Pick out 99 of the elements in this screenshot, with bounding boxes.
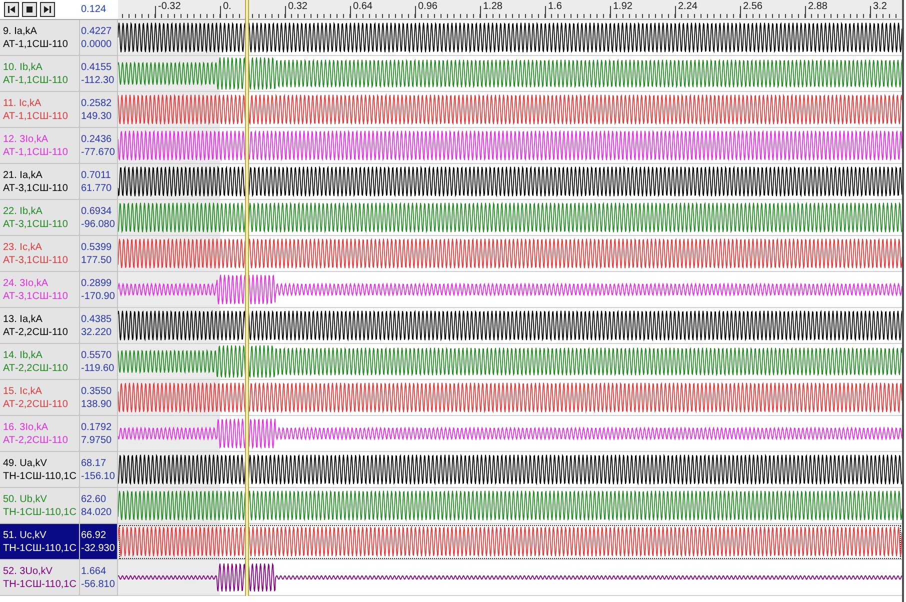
skip-back-icon	[7, 5, 16, 14]
axis-label: 3.2	[873, 1, 887, 13]
cursor-time: 0.124	[80, 4, 106, 16]
label-cell[interactable]: 21. Ia,kA АТ-3,1СШ-110	[0, 164, 80, 200]
axis-label: 0.	[223, 1, 232, 13]
stop-icon	[25, 5, 34, 14]
channel-reading: 0.7011	[81, 168, 112, 182]
channel-reading: 0.2582	[81, 96, 113, 110]
channel-reading: 0.2899	[81, 276, 113, 290]
label-cell[interactable]: 13. Ia,kA АТ-2,2СШ-110	[0, 308, 80, 344]
channel-reading: 0.6934	[81, 204, 113, 218]
channel-name: 13. Ia,kA	[3, 312, 44, 326]
channel-name: 23. Ic,kA	[3, 240, 43, 254]
channel-reading: 0.5399	[81, 240, 113, 254]
channel-reading: -170.90	[81, 290, 116, 302]
axis-label: -0.32	[158, 1, 181, 13]
axis-label: 1.92	[613, 1, 632, 13]
channel-source: АТ-3,1СШ-110	[3, 218, 69, 230]
label-cell[interactable]: 24. 3Io,kA АТ-3,1СШ-110	[0, 272, 80, 308]
label-cell[interactable]: 14. Ib,kA АТ-2,2СШ-110	[0, 344, 80, 380]
axis-label: 2.24	[678, 1, 698, 13]
channel-source: АТ-1,1СШ-110	[3, 74, 69, 86]
next-button[interactable]	[40, 2, 55, 17]
channel-source: АТ-3,1СШ-110	[3, 254, 69, 266]
skip-forward-icon	[43, 5, 52, 14]
channel-name: 24. 3Io,kA	[3, 276, 50, 290]
channel-name: 9. Ia,kA	[3, 24, 38, 38]
previous-button[interactable]	[4, 2, 19, 17]
axis-label: 2.56	[743, 1, 762, 13]
channel-source: АТ-3,1СШ-110	[3, 182, 69, 194]
channel-name: 21. Ia,kA	[3, 168, 44, 182]
axis-label: 0.64	[353, 1, 372, 13]
channel-source: АТ-1,1СШ-110	[3, 110, 69, 122]
channel-reading: -77.670	[81, 146, 116, 158]
channel-source: АТ-2,2СШ-110	[3, 398, 69, 410]
channel-reading: 68.17	[81, 456, 108, 470]
channel-reading: -56.810	[81, 578, 116, 590]
channel-reading: -96.080	[81, 218, 116, 230]
channel-name: 10. Ib,kA	[3, 60, 44, 74]
label-cell[interactable]: 50. Ub,kV ТН-1СШ-110,1С	[0, 488, 80, 524]
channel-source: АТ-2,2СШ-110	[3, 326, 69, 338]
axis-label: 0.32	[288, 1, 308, 13]
channel-reading: 149.30	[81, 110, 113, 122]
channel-source: АТ-1,1СШ-110	[3, 146, 69, 158]
channel-name: 16. 3Io,kA	[3, 420, 50, 434]
channel-reading: 84.020	[81, 506, 113, 518]
channel-reading: 1.664	[81, 564, 108, 578]
label-cell[interactable]: 22. Ib,kA АТ-3,1СШ-110	[0, 200, 80, 236]
channel-reading: 177.50	[81, 254, 113, 266]
channel-name: 14. Ib,kA	[3, 348, 44, 362]
channel-reading: 0.4227	[81, 24, 113, 38]
channel-name: 15. Ic,kA	[3, 384, 43, 398]
channel-reading: 32.220	[81, 326, 113, 338]
channel-reading: 66.92	[81, 528, 108, 542]
channel-name: 52. 3Uo,kV	[3, 564, 54, 578]
channel-reading: -156.10	[81, 470, 116, 482]
stop-button[interactable]	[22, 2, 37, 17]
channel-reading: -112.30	[81, 74, 116, 86]
label-cell[interactable]: 11. Ic,kA АТ-1,1СШ-110	[0, 92, 80, 128]
channel-name: 22. Ib,kA	[3, 204, 44, 218]
axis-label: 1.28	[483, 1, 502, 13]
channel-reading: 0.4155	[81, 60, 113, 74]
channel-reading: 7.9750	[81, 434, 113, 446]
label-cell[interactable]: 23. Ic,kA АТ-3,1СШ-110	[0, 236, 80, 272]
channel-reading: 0.3550	[81, 384, 113, 398]
channel-source: АТ-3,1СШ-110	[3, 290, 69, 302]
label-cell[interactable]: 9. Ia,kA АТ-1,1СШ-110	[0, 20, 80, 56]
channel-reading: -119.60	[81, 362, 116, 374]
label-cell[interactable]: 15. Ic,kA АТ-2,2СШ-110	[0, 380, 80, 416]
axis-label: 1.6	[548, 1, 562, 13]
channel-reading: 0.2436	[81, 132, 113, 146]
label-cell[interactable]: 12. 3Io,kA АТ-1,1СШ-110	[0, 128, 80, 164]
channel-source: ТН-1СШ-110,1С	[3, 506, 78, 518]
channel-source: ТН-1СШ-110,1С	[3, 470, 78, 482]
channel-reading: 0.0000	[81, 38, 113, 50]
channel-source: ТН-1СШ-110,1С	[3, 578, 78, 590]
label-cell[interactable]: 49. Ua,kV ТН-1СШ-110,1С	[0, 452, 80, 488]
channel-name: 12. 3Io,kA	[3, 132, 50, 146]
channel-reading: 61.770	[81, 182, 113, 194]
channel-reading: 0.5570	[81, 348, 113, 362]
channel-name: 51. Uc,kV	[3, 528, 48, 542]
channel-reading: 0.4385	[81, 312, 113, 326]
channel-source: ТН-1СШ-110,1С	[3, 542, 78, 554]
channel-source: АТ-2,2СШ-110	[3, 362, 69, 374]
label-cell[interactable]: 52. 3Uo,kV ТН-1СШ-110,1С	[0, 560, 80, 596]
axis-label: 2.88	[808, 1, 828, 13]
label-cell[interactable]: 51. Uc,kV ТН-1СШ-110,1С	[0, 524, 80, 560]
channel-name: 50. Ub,kV	[3, 492, 48, 506]
label-cell[interactable]: 10. Ib,kA АТ-1,1СШ-110	[0, 56, 80, 92]
channel-name: 11. Ic,kA	[3, 96, 42, 110]
axis-label: 0.96	[418, 1, 438, 13]
channel-reading: 0.1792	[81, 420, 113, 434]
channel-reading: 138.90	[81, 398, 113, 410]
channel-reading: 62.60	[81, 492, 108, 506]
channel-reading: -32.930	[81, 542, 116, 554]
channel-name: 49. Ua,kV	[3, 456, 48, 470]
channel-source: АТ-1,1СШ-110	[3, 38, 69, 50]
channel-source: АТ-2,2СШ-110	[3, 434, 69, 446]
label-cell[interactable]: 16. 3Io,kA АТ-2,2СШ-110	[0, 416, 80, 452]
